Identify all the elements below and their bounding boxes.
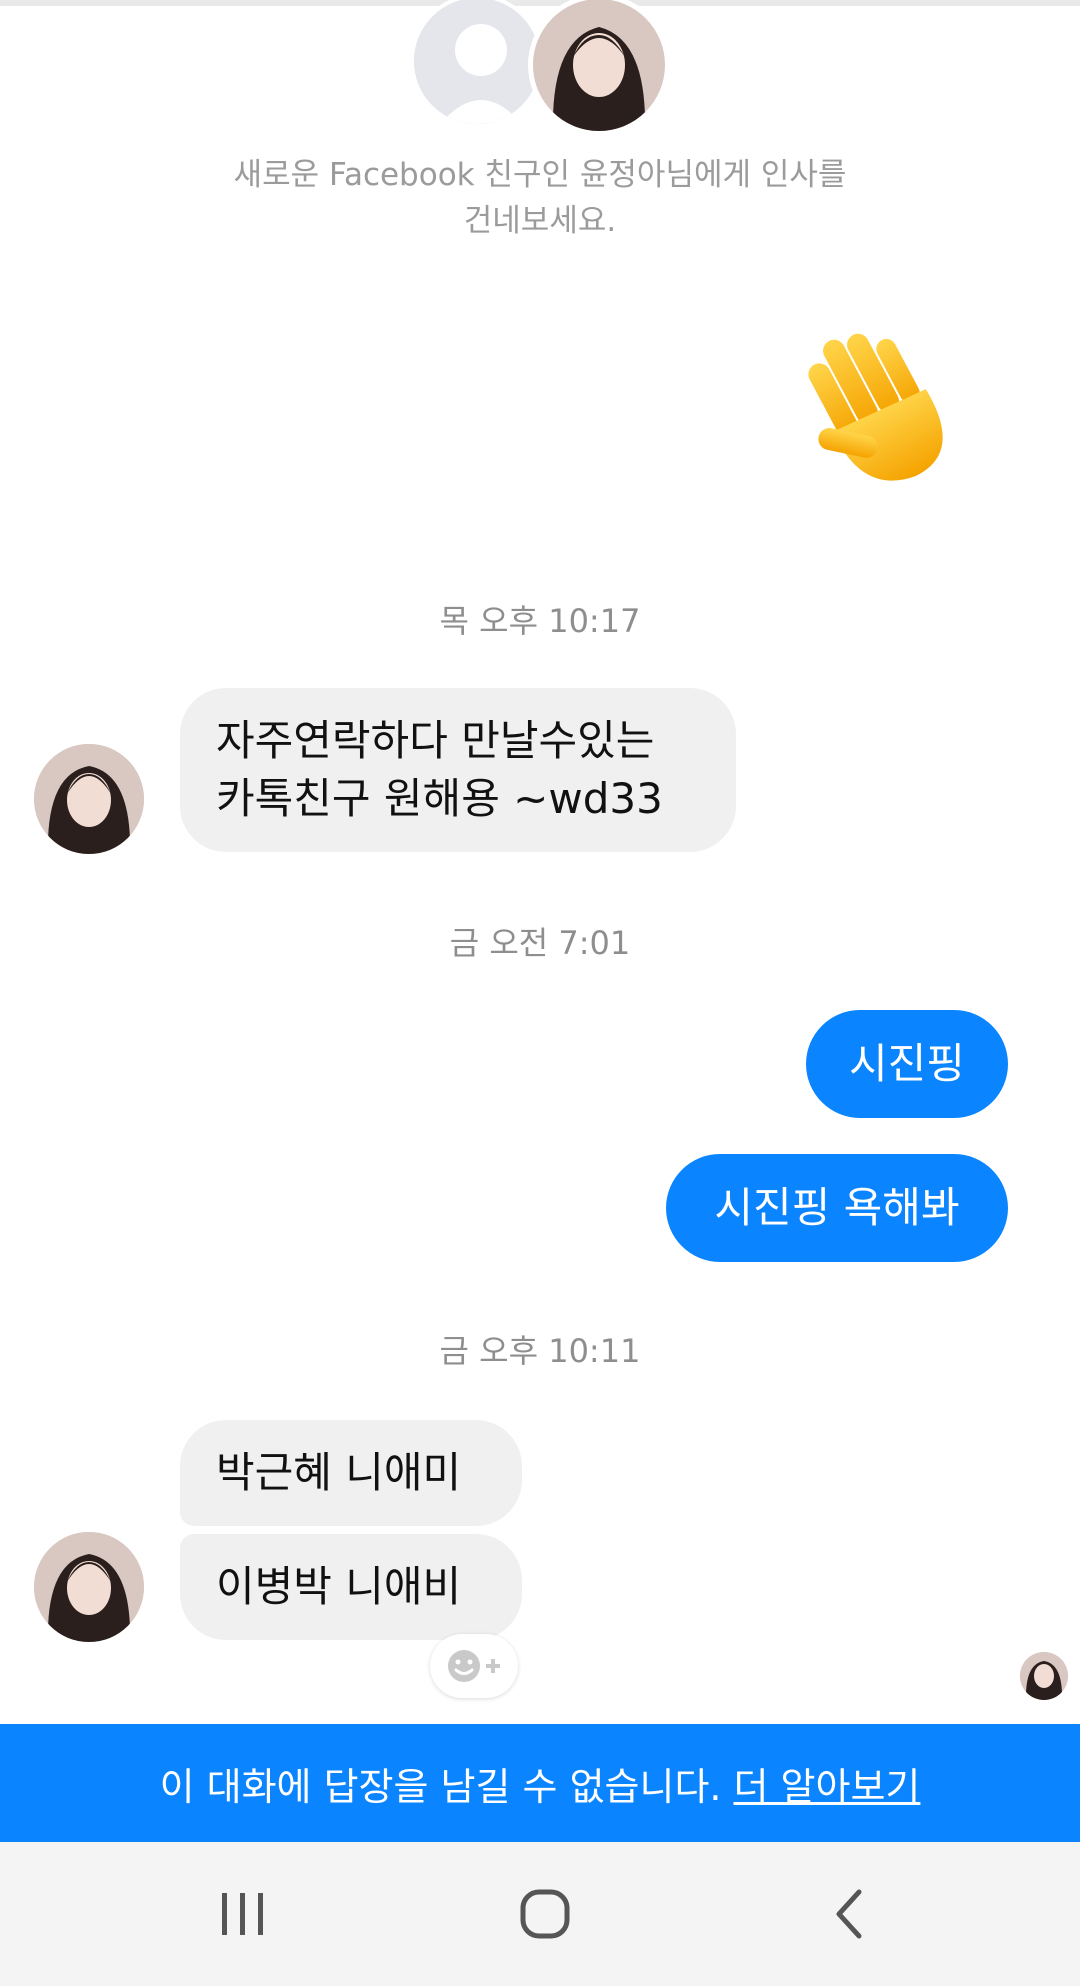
- timestamp: 목 오후 10:17: [439, 602, 641, 640]
- learn-more-link[interactable]: 더 알아보기: [734, 1756, 921, 1811]
- message-line-2: 카톡친구 원해용 ~wd33: [216, 774, 663, 823]
- sender-avatar[interactable]: [34, 1532, 144, 1642]
- message-line-1: 자주연락하다 만날수있는: [216, 716, 655, 765]
- friend-profile-avatar[interactable]: [528, 0, 670, 136]
- waving-hand-icon: [788, 318, 972, 502]
- cannot-reply-banner: 이 대화에 답장을 남길 수 없습니다. 더 알아보기: [0, 1724, 1080, 1842]
- incoming-message-bubble[interactable]: 박근혜 니애미: [180, 1420, 522, 1526]
- back-icon[interactable]: [804, 1878, 894, 1950]
- system-navigation-bar: [0, 1842, 1080, 1986]
- intro-text: 새로운 Facebook 친구인 윤정아님에게 인사를 건네보세요.: [140, 152, 940, 244]
- intro-line-2: 건네보세요.: [463, 203, 617, 239]
- sender-avatar[interactable]: [34, 744, 144, 854]
- banner-text: 이 대화에 답장을 남길 수 없습니다.: [159, 1764, 722, 1809]
- timestamp: 금 오전 7:01: [449, 924, 631, 962]
- read-receipt-avatar: [1020, 1652, 1068, 1700]
- intro-line-1: 새로운 Facebook 친구인 윤정아님에게 인사를: [233, 157, 847, 193]
- timestamp: 금 오후 10:11: [439, 1332, 641, 1370]
- default-profile-avatar: [410, 0, 544, 128]
- home-icon[interactable]: [500, 1878, 590, 1950]
- recent-apps-icon[interactable]: [198, 1878, 288, 1950]
- incoming-message-bubble[interactable]: 이병박 니애비: [180, 1534, 522, 1640]
- outgoing-message-bubble[interactable]: 시진핑 욕해봐: [666, 1154, 1008, 1262]
- outgoing-message-bubble[interactable]: 시진핑: [806, 1010, 1008, 1118]
- incoming-message-bubble[interactable]: 자주연락하다 만날수있는 카톡친구 원해용 ~wd33: [180, 688, 736, 852]
- smiley-plus-icon[interactable]: [430, 1634, 518, 1698]
- top-divider: [0, 0, 1080, 6]
